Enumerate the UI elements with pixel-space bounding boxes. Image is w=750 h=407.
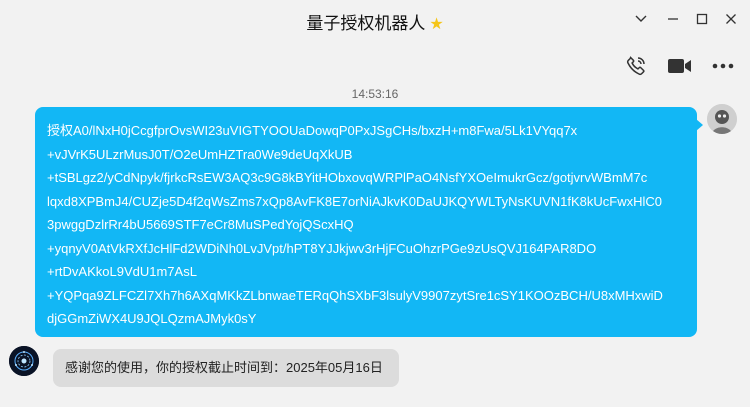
window-title-text: 量子授权机器人 — [306, 14, 426, 33]
minimize-button[interactable] — [664, 10, 682, 28]
bot-avatar[interactable] — [9, 346, 39, 376]
incoming-message-text: 感谢您的使用，你的授权截止时间到：2025年05月16日 — [65, 360, 383, 375]
message-line: 3pwggDzlrRr4bU5669STF7eCr8MuSPedYojQScxH… — [47, 217, 354, 232]
message-line: +vJVrK5ULzrMusJ0T/O2eUmHZTra0We9deUqXkUB — [47, 146, 353, 162]
video-call-button[interactable] — [667, 54, 693, 78]
phone-icon — [626, 56, 645, 76]
bubble-tail — [696, 119, 703, 131]
message-line: +rtDvAKkoL9VdU1m7AsL — [47, 264, 197, 279]
message-timestamp: 14:53:16 — [351, 87, 399, 101]
star-icon: ★ — [429, 16, 444, 33]
message-line: +yqnyV0AtVkRXfJcHlFd2WDiNh0LvJVpt/hPT8YJ… — [47, 240, 597, 256]
message-line: +YQPqa9ZLFCZl7Xh7h6AXqMKkZLbnwaeTERqQhSX… — [47, 287, 663, 303]
message-line: djGGmZiWX4U9JQLQzmAJMyk0sY — [47, 311, 257, 326]
phone-call-button[interactable] — [623, 54, 649, 78]
title-bar: 量子授权机器人 ★ — [0, 0, 750, 40]
message-line: lqxd8XPBmJ4/CUZje5D4f2qWsZms7xQp8AvFK8E7… — [47, 193, 663, 209]
more-icon — [712, 63, 734, 69]
more-options-button[interactable] — [710, 54, 736, 78]
outgoing-message-bubble[interactable]: 授权A0/lNxH0jCcgfprOvsWI23uVIGTYOOUaDowqP0… — [35, 107, 703, 337]
maximize-button[interactable] — [693, 10, 711, 28]
user-avatar[interactable] — [707, 104, 737, 134]
chevron-down-icon[interactable] — [632, 10, 650, 28]
message-line: +tSBLgz2/yCdNpyk/fjrkcRsEW3AQ3c9G8kBYitH… — [47, 170, 648, 185]
close-button[interactable] — [722, 10, 740, 28]
message-line: 授权A0/lNxH0jCcgfprOvsWI23uVIGTYOOUaDowqP0… — [47, 123, 578, 138]
video-camera-icon — [668, 59, 691, 73]
incoming-message-bubble[interactable]: 感谢您的使用，你的授权截止时间到：2025年05月16日 — [53, 349, 399, 387]
